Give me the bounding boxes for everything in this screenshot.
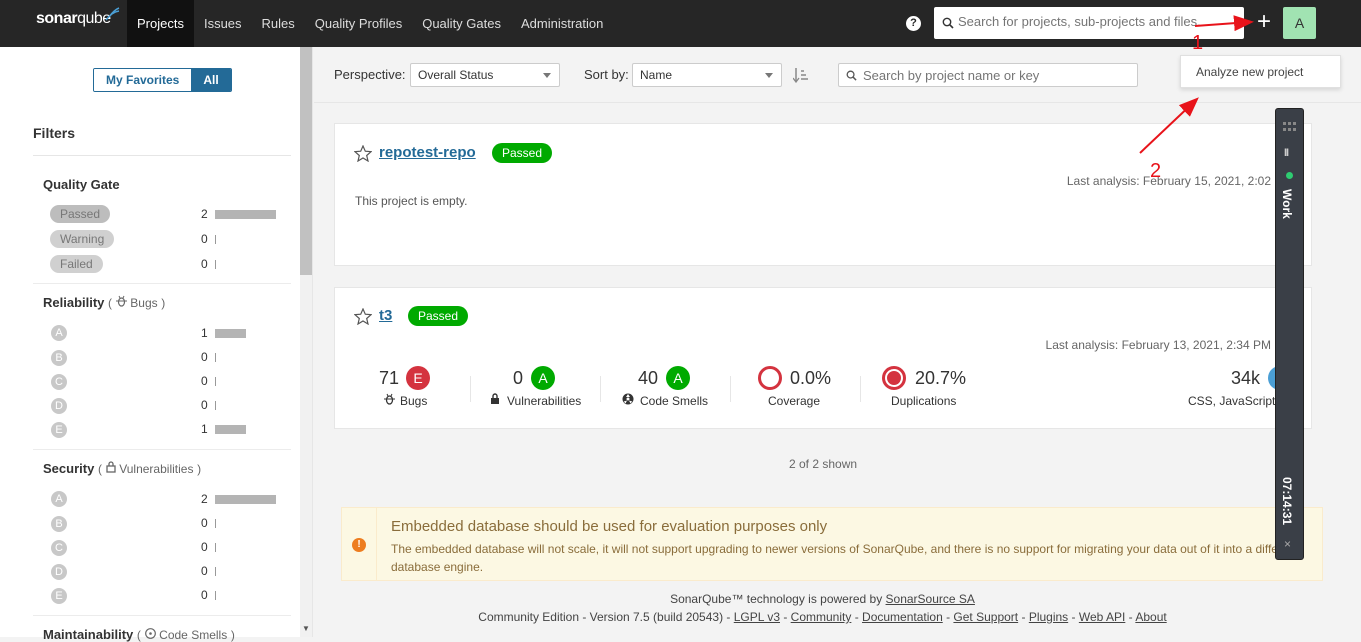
annotation-arrows: [1139, 15, 1254, 154]
annotation-number-1: 1: [1192, 32, 1204, 54]
annotation-arrow-2: [1139, 97, 1199, 154]
annotation-number-2: 2: [1150, 160, 1162, 182]
annotation-arrow-1: [1194, 15, 1254, 32]
